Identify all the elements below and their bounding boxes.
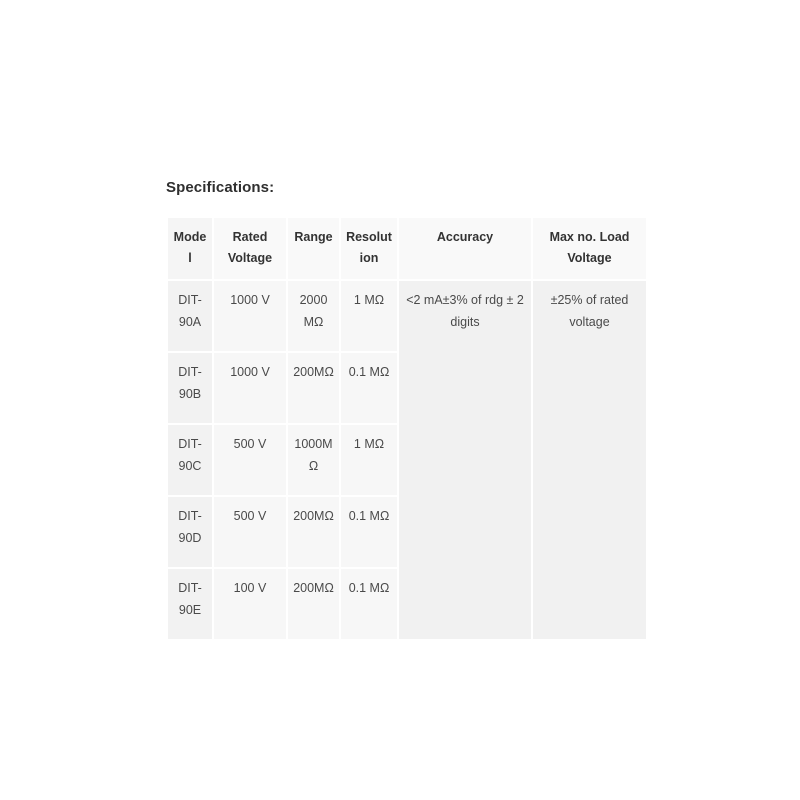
column-header-rated-voltage: Rated Voltage [214,217,286,280]
column-header-range: Range [288,217,339,280]
cell-rated-voltage: 1000 V [214,353,286,424]
cell-resolution: 1 MΩ [341,281,397,352]
cell-accuracy: <2 mA±3% of rdg ± 2 digits [399,281,531,640]
cell-model: DIT-90C [168,425,212,496]
table-header: Model Rated Voltage Range Resolution Acc… [168,217,646,280]
cell-range: 1000MΩ [288,425,339,496]
table-row: DIT-90A 1000 V 2000 MΩ 1 MΩ <2 mA±3% of … [168,281,646,640]
page-title: Specifications: [166,179,275,196]
cell-rated-voltage: 100 V [214,569,286,640]
cell-rated-voltage: 1000 V [214,281,286,352]
column-header-model: Model [168,217,212,280]
table-body: DIT-90A 1000 V 2000 MΩ 1 MΩ <2 mA±3% of … [168,281,646,640]
column-header-accuracy: Accuracy [399,217,531,280]
cell-resolution: 1 MΩ [341,425,397,496]
cell-range: 200MΩ [288,497,339,568]
cell-max-no-load-voltage: ±25% of rated voltage [533,281,646,640]
cell-model: DIT-90D [168,497,212,568]
table-header-row: Model Rated Voltage Range Resolution Acc… [168,217,646,280]
specifications-table: Model Rated Voltage Range Resolution Acc… [166,216,648,642]
cell-model: DIT-90B [168,353,212,424]
cell-resolution: 0.1 MΩ [341,497,397,568]
cell-resolution: 0.1 MΩ [341,569,397,640]
specifications-section: Specifications: Model Rated Voltage Rang… [166,178,646,641]
column-header-resolution: Resolution [341,217,397,280]
cell-model: DIT-90E [168,569,212,640]
cell-range: 2000 MΩ [288,281,339,352]
cell-range: 200MΩ [288,353,339,424]
cell-rated-voltage: 500 V [214,425,286,496]
cell-rated-voltage: 500 V [214,497,286,568]
cell-range: 200MΩ [288,569,339,640]
cell-resolution: 0.1 MΩ [341,353,397,424]
column-header-max-no-load-voltage: Max no. Load Voltage [533,217,646,280]
cell-model: DIT-90A [168,281,212,352]
page-root: Specifications: Model Rated Voltage Rang… [0,0,800,800]
